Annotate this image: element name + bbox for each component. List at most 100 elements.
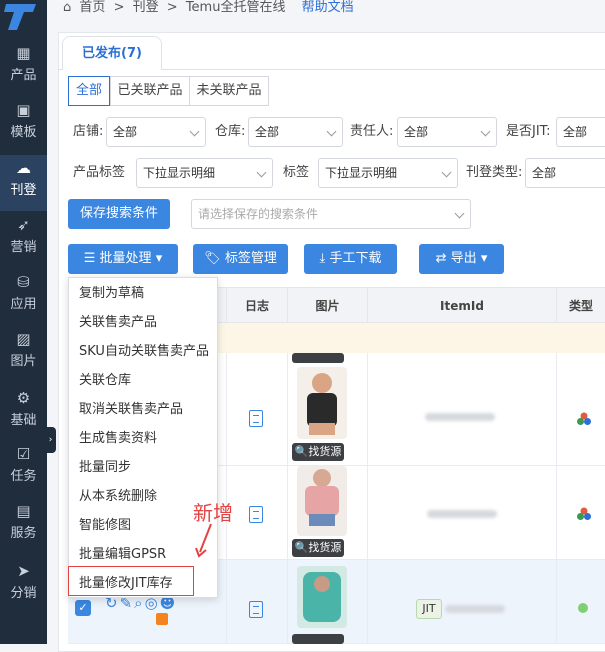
product-thumbnail[interactable] <box>297 466 347 536</box>
batch-menu-item[interactable]: 关联售卖产品 <box>79 308 157 337</box>
col-log: 日志 <box>226 288 287 324</box>
send-icon: ➤ <box>17 562 30 580</box>
tag-select[interactable]: 下拉显示明细 <box>318 158 458 188</box>
sidebar-item[interactable]: ➶ 营销 <box>0 212 47 268</box>
tag-value: 下拉显示明细 <box>325 166 398 180</box>
gear-icon: ⚙ <box>16 389 31 407</box>
find-source-button[interactable]: 🔍找货源 <box>292 539 344 557</box>
jit-value: 全部 <box>563 125 588 139</box>
app-logo[interactable] <box>0 0 47 30</box>
warehouse-select[interactable]: 全部 <box>248 117 343 147</box>
breadcrumb: ⌂ 首页 > 刊登 > Temu全托管在线 帮助文档 <box>47 0 605 22</box>
tab-published[interactable]: 已发布(7) <box>62 36 162 70</box>
log-doc-icon[interactable] <box>249 410 263 427</box>
sidebar-item[interactable]: ⛁ 应用 <box>0 269 47 325</box>
sidebar-item[interactable]: ⚙ 基础 <box>0 385 47 441</box>
divider <box>367 353 368 644</box>
breadcrumb-separator: > <box>113 0 125 15</box>
sidebar-item-label: 任务 <box>10 469 37 484</box>
batch-menu-item[interactable]: 取消关联售卖产品 <box>79 395 183 424</box>
sidebar-item[interactable]: ▣ 模板 <box>0 97 47 153</box>
product-thumbnail[interactable] <box>297 566 347 628</box>
col-itemid: ItemId <box>367 288 556 324</box>
sidebar-collapse-button[interactable]: › <box>45 427 56 453</box>
find-source-button[interactable] <box>292 634 344 644</box>
new-item-highlight <box>68 566 194 596</box>
jit-label: 是否JIT: <box>506 124 551 139</box>
log-doc-icon[interactable] <box>249 506 263 523</box>
item-id <box>445 605 505 613</box>
sidebar-item[interactable]: ▨ 图片 <box>0 326 47 382</box>
rocket-icon: ➶ <box>17 216 30 234</box>
find-source-label: 找货源 <box>308 541 342 554</box>
saved-search-placeholder: 请选择保存的搜索条件 <box>198 207 319 221</box>
batch-menu-item[interactable]: 批量同步 <box>79 453 131 482</box>
batch-button[interactable]: ☰ 批量处理 ▾ <box>68 244 178 274</box>
save-search-button[interactable]: 保存搜索条件 <box>68 199 170 229</box>
tag-label: 标签 <box>283 165 310 180</box>
tag-manage-label: 标签管理 <box>224 251 277 266</box>
grid-icon: ▦ <box>16 44 31 62</box>
saved-search-select[interactable]: 请选择保存的搜索条件 <box>191 199 471 229</box>
breadcrumb-page: Temu全托管在线 <box>185 0 286 15</box>
download-icon: ⤓ <box>319 251 330 266</box>
tag-manage-button[interactable]: 🏷 标签管理 <box>193 244 288 274</box>
owner-select[interactable]: 全部 <box>397 117 497 147</box>
home-icon[interactable]: ⌂ <box>63 0 71 15</box>
find-source-button[interactable] <box>292 353 344 363</box>
breadcrumb-home[interactable]: 首页 <box>79 0 105 15</box>
segment-all[interactable]: 全部 <box>68 76 110 106</box>
item-id <box>427 510 497 518</box>
search-icon: 🔍 <box>294 445 309 458</box>
breadcrumb-section[interactable]: 刊登 <box>133 0 159 15</box>
find-source-button[interactable]: 🔍找货源 <box>292 443 344 461</box>
batch-menu-item[interactable]: SKU自动关联售卖产品 <box>79 337 209 366</box>
log-doc-icon[interactable] <box>249 601 263 618</box>
jit-select[interactable]: 全部 <box>556 117 605 147</box>
row-checkbox[interactable]: ✓ <box>75 600 91 616</box>
product-tag-label: 产品标签 <box>73 165 126 180</box>
batch-menu-item[interactable]: 批量编辑GPSR <box>79 540 166 569</box>
sidebar-item[interactable]: ➤ 分销 <box>0 558 47 614</box>
export-button[interactable]: ⇄ 导出 ▾ <box>419 244 504 274</box>
chevron-down-icon <box>454 208 465 219</box>
col-image: 图片 <box>287 288 367 324</box>
store-icon <box>156 613 168 625</box>
checklist-icon: ☑ <box>16 445 31 463</box>
batch-menu-item[interactable]: 生成售卖资料 <box>79 424 157 453</box>
sidebar-item[interactable]: ☁ 刊登 <box>0 155 47 211</box>
batch-menu-item[interactable]: 智能修图 <box>79 511 131 540</box>
batch-menu-item[interactable]: 从本系统删除 <box>79 482 157 511</box>
sidebar-item-label: 图片 <box>10 354 37 369</box>
sidebar-item[interactable]: ▤ 服务 <box>0 498 47 554</box>
find-source-label: 找货源 <box>308 445 342 458</box>
segment-linked[interactable]: 已关联产品 <box>110 76 190 106</box>
divider <box>287 353 288 644</box>
sidebar-item[interactable]: ☑ 任务 <box>0 441 47 497</box>
sidebar-item-label: 应用 <box>10 297 37 312</box>
batch-menu-item[interactable]: 复制为草稿 <box>79 279 144 308</box>
product-tag-select[interactable]: 下拉显示明细 <box>136 158 273 188</box>
status-dot <box>578 603 588 613</box>
segment-unlinked[interactable]: 未关联产品 <box>189 76 269 106</box>
owner-value: 全部 <box>404 125 429 139</box>
help-docs-link[interactable]: 帮助文档 <box>302 0 354 15</box>
bag-icon: ⛁ <box>17 273 30 291</box>
sidebar-item-label: 分销 <box>10 586 37 601</box>
product-thumbnail[interactable] <box>297 367 347 439</box>
sidebar-item-label: 产品 <box>10 68 37 83</box>
shop-select[interactable]: 全部 <box>106 117 206 147</box>
tag-icon: 🏷 <box>204 251 225 266</box>
listing-type-label: 刊登类型: <box>466 165 523 180</box>
sidebar-item[interactable]: ▦ 产品 <box>0 40 47 96</box>
platform-logo-icon <box>577 507 591 520</box>
chevron-down-icon <box>441 167 452 178</box>
search-icon: 🔍 <box>294 541 309 554</box>
chevron-down-icon <box>326 126 337 137</box>
product-tag-value: 下拉显示明细 <box>143 166 216 180</box>
listing-type-select[interactable]: 全部 <box>525 158 605 188</box>
manual-download-button[interactable]: ⤓ 手工下载 <box>304 244 397 274</box>
batch-menu-item[interactable]: 关联仓库 <box>79 366 131 395</box>
template-icon: ▣ <box>16 101 31 119</box>
cloud-upload-icon: ☁ <box>16 159 31 177</box>
